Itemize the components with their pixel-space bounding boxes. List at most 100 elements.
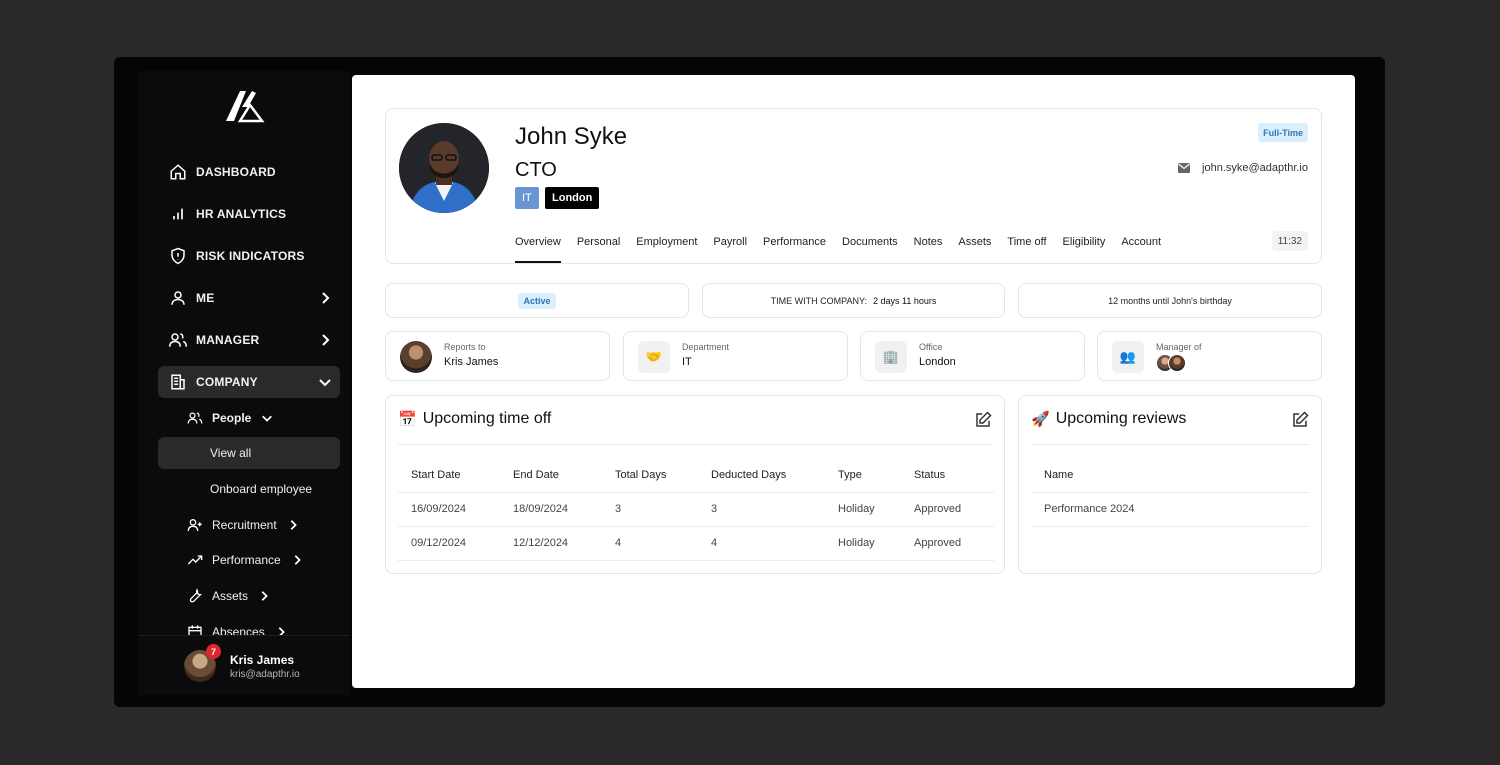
sub-item-onboard[interactable]: Onboard employee <box>158 473 340 505</box>
table-cell: 12/12/2024 <box>500 526 602 561</box>
nav-risk-indicators[interactable]: RISK INDICATORS <box>158 240 340 272</box>
table-cell: 09/12/2024 <box>398 526 500 561</box>
sub-item-label: Performance <box>212 553 281 567</box>
tab-performance[interactable]: Performance <box>763 236 826 263</box>
status-card: Active <box>385 283 689 318</box>
department-card: 🤝 Department IT <box>623 331 848 381</box>
edit-icon[interactable] <box>1291 411 1309 429</box>
table-row[interactable]: 09/12/2024 12/12/2024 4 4 Holiday Approv… <box>398 526 994 561</box>
sub-item-people[interactable]: People <box>158 402 340 434</box>
employee-email[interactable]: john.syke@adapthr.io <box>1178 162 1308 174</box>
panel-title: 📅 Upcoming time off <box>398 410 551 428</box>
nav-dashboard[interactable]: DASHBOARD <box>158 156 340 188</box>
tab-account[interactable]: Account <box>1121 236 1161 263</box>
panel-title-text: Upcoming reviews <box>1055 410 1187 427</box>
table-cell: 3 <box>602 492 698 527</box>
chevron-down-icon <box>262 415 273 422</box>
trending-up-icon <box>186 551 204 569</box>
rocket-icon: 🚀 <box>1031 411 1050 428</box>
department-tag: IT <box>515 187 539 209</box>
birthday-card: 12 months until John's birthday <box>1018 283 1322 318</box>
sub-item-label: People <box>212 411 252 425</box>
sub-item-label: Onboard employee <box>210 482 313 496</box>
nav-label: DASHBOARD <box>196 165 276 179</box>
table-cell: Approved <box>901 526 994 561</box>
time-off-table: Start Date End Date Total Days Deducted … <box>398 458 994 561</box>
upcoming-reviews-panel: 🚀 Upcoming reviews Name Performance 2024 <box>1018 395 1322 574</box>
table-header-row: Start Date End Date Total Days Deducted … <box>398 458 994 493</box>
department-value: IT <box>682 356 692 368</box>
users-icon <box>186 409 204 427</box>
logo-icon <box>226 91 265 123</box>
office-value: London <box>919 356 956 368</box>
avatar <box>400 341 432 373</box>
tab-notes[interactable]: Notes <box>914 236 943 263</box>
edit-icon[interactable] <box>974 411 992 429</box>
sub-item-view-all[interactable]: View all <box>158 437 340 469</box>
table-cell: 4 <box>602 526 698 561</box>
tab-eligibility[interactable]: Eligibility <box>1063 236 1106 263</box>
current-user[interactable]: 7 Kris James kris@adapthr.io <box>138 635 350 695</box>
profile-tabs: Overview Personal Employment Payroll Per… <box>515 236 1177 263</box>
chevron-right-icon <box>322 292 330 304</box>
reports-to-value: Kris James <box>444 356 499 368</box>
table-cell: 4 <box>698 526 825 561</box>
handshake-icon: 🤝 <box>638 341 670 373</box>
manager-of-card[interactable]: 👥 Manager of <box>1097 331 1322 381</box>
column-header: End Date <box>500 458 602 493</box>
upcoming-time-off-panel: 📅 Upcoming time off Start Date End Date … <box>385 395 1005 574</box>
chevron-down-icon <box>319 379 331 387</box>
table-cell: 3 <box>698 492 825 527</box>
mail-icon <box>1178 163 1191 173</box>
employment-type-badge: Full-Time <box>1258 123 1308 142</box>
tab-personal[interactable]: Personal <box>577 236 620 263</box>
user-icon <box>168 288 188 308</box>
tab-documents[interactable]: Documents <box>842 236 898 263</box>
calendar-icon: 📅 <box>398 411 417 428</box>
employee-name: John Syke <box>515 123 628 150</box>
nav-label: ME <box>196 291 215 305</box>
local-time: 11:32 <box>1271 231 1308 251</box>
tab-overview[interactable]: Overview <box>515 236 561 263</box>
table-cell: 16/09/2024 <box>398 492 500 527</box>
tab-assets[interactable]: Assets <box>958 236 991 263</box>
tenure-value: 2 days 11 hours <box>872 295 937 306</box>
sub-item-recruitment[interactable]: Recruitment <box>158 509 340 541</box>
nav-manager[interactable]: MANAGER <box>158 324 340 356</box>
panel-title: 🚀 Upcoming reviews <box>1031 410 1186 428</box>
bar-chart-icon <box>168 204 188 224</box>
tab-time-off[interactable]: Time off <box>1007 236 1046 263</box>
table-row[interactable]: Performance 2024 <box>1031 492 1309 527</box>
avatar <box>1168 354 1186 372</box>
sub-item-assets[interactable]: Assets <box>158 580 340 612</box>
user-plus-icon <box>186 516 204 534</box>
office-building-icon: 🏢 <box>875 341 907 373</box>
nav-company[interactable]: COMPANY <box>158 366 340 398</box>
profile-avatar <box>399 123 489 213</box>
birthday-text: 12 months until John's birthday <box>1108 295 1232 306</box>
table-cell: Performance 2024 <box>1031 492 1309 527</box>
divider <box>398 444 992 445</box>
sidebar: DASHBOARD HR ANALYTICS RISK INDICATORS M… <box>138 71 350 695</box>
shield-icon <box>168 246 188 266</box>
nav-hr-analytics[interactable]: HR ANALYTICS <box>158 198 340 230</box>
tab-payroll[interactable]: Payroll <box>713 236 747 263</box>
tab-employment[interactable]: Employment <box>636 236 697 263</box>
profile-card: John Syke CTO IT London Full-Time john.s… <box>385 108 1322 264</box>
sub-item-performance[interactable]: Performance <box>158 544 340 576</box>
manager-of-label: Manager of <box>1156 342 1202 352</box>
reports-to-card[interactable]: Reports to Kris James <box>385 331 610 381</box>
column-header: Type <box>825 458 901 493</box>
chevron-right-icon <box>290 520 297 530</box>
table-header-row: Name <box>1031 458 1309 493</box>
office-card: 🏢 Office London <box>860 331 1085 381</box>
nav-label: MANAGER <box>196 333 260 347</box>
user-email: kris@adapthr.io <box>230 669 300 680</box>
user-name: Kris James <box>230 653 295 667</box>
users-icon <box>168 330 188 350</box>
office-label: Office <box>919 342 943 352</box>
column-header: Total Days <box>602 458 698 493</box>
chevron-right-icon <box>294 555 301 565</box>
table-row[interactable]: 16/09/2024 18/09/2024 3 3 Holiday Approv… <box>398 492 994 527</box>
nav-me[interactable]: ME <box>158 282 340 314</box>
